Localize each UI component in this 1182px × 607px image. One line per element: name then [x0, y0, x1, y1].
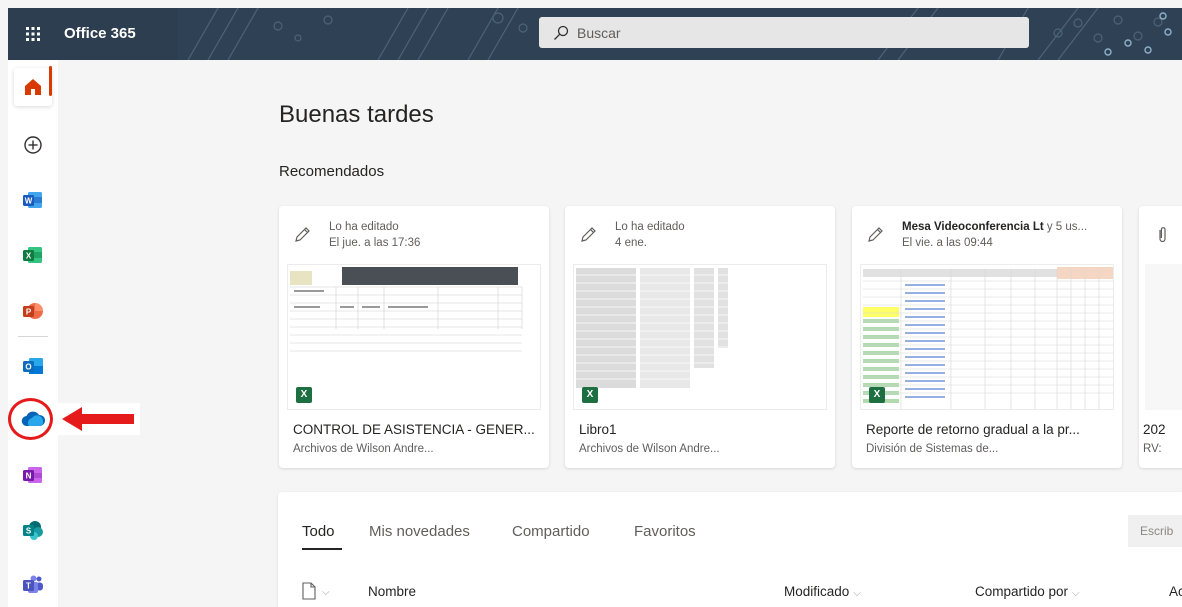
svg-text:X: X — [26, 252, 32, 261]
tab-todo[interactable]: Todo — [302, 523, 335, 540]
column-compartido-por[interactable]: Compartido por ⌵ — [975, 584, 1080, 599]
recommended-card[interactable]: Lo ha editado El jue. a las 17:36 X CONT… — [279, 206, 549, 468]
app-title[interactable]: Office 365 — [64, 8, 136, 60]
card-thumbnail: X — [860, 264, 1114, 410]
left-rail: W X P O N S T — [8, 60, 58, 607]
svg-text:O: O — [25, 363, 31, 372]
powerpoint-icon[interactable]: P — [14, 292, 52, 330]
search-box[interactable]: Buscar — [539, 17, 1029, 48]
pencil-icon — [581, 227, 596, 242]
column-nombre[interactable]: Nombre — [368, 584, 416, 599]
card-date: El vie. a las 09:44 — [902, 237, 993, 249]
tab-compartido[interactable]: Compartido — [512, 523, 590, 540]
active-indicator — [49, 66, 52, 96]
annotation-circle — [8, 398, 53, 440]
app-launcher-icon[interactable] — [8, 8, 58, 60]
chevron-down-icon: ⌵ — [853, 588, 861, 599]
file-type-icon — [302, 582, 316, 600]
greeting-heading: Buenas tardes — [279, 101, 434, 128]
excel-icon[interactable]: X — [14, 236, 52, 274]
tab-mis-novedades[interactable]: Mis novedades — [369, 523, 470, 540]
pencil-icon — [295, 227, 310, 242]
outlook-icon[interactable]: O — [14, 347, 52, 385]
annotation-arrow-icon — [58, 403, 140, 435]
card-activity: Mesa Videoconferencia Lt y 5 us... — [902, 221, 1088, 233]
card-title: Libro1 — [579, 422, 617, 437]
card-thumbnail: X — [573, 264, 827, 410]
recommended-card[interactable]: Mesa Videoconferencia Lt y 5 us... El vi… — [852, 206, 1122, 468]
search-icon — [554, 25, 569, 40]
card-date: El jue. a las 17:36 — [329, 237, 421, 249]
recommended-card[interactable]: 202 RV: — [1139, 206, 1182, 468]
word-icon[interactable]: W — [14, 181, 52, 219]
recommended-card[interactable]: Lo ha editado 4 ene. X Libro1 Archivos d… — [565, 206, 835, 468]
card-activity: Lo ha editado — [329, 221, 399, 233]
home-icon[interactable] — [14, 68, 52, 106]
sharepoint-icon[interactable]: S — [14, 511, 52, 549]
svg-text:S: S — [26, 527, 32, 536]
create-icon[interactable] — [14, 126, 52, 164]
card-activity: Lo ha editado — [615, 221, 685, 233]
card-thumbnail: X — [287, 264, 541, 410]
search-placeholder: Buscar — [577, 24, 621, 41]
column-modificado[interactable]: Modificado ⌵ — [784, 584, 861, 599]
card-title: Reporte de retorno gradual a la pr... — [866, 422, 1080, 437]
active-tab-underline — [302, 548, 342, 550]
card-location: Archivos de Wilson Andre... — [293, 443, 434, 455]
recommended-heading: Recomendados — [279, 163, 385, 180]
chevron-down-icon[interactable]: ⌵ — [322, 587, 330, 598]
excel-icon: X — [869, 387, 885, 403]
svg-text:N: N — [26, 472, 32, 481]
pencil-icon — [868, 227, 883, 242]
svg-text:W: W — [25, 197, 33, 206]
card-location: División de Sistemas de... — [866, 443, 999, 455]
chevron-down-icon: ⌵ — [1072, 588, 1080, 599]
svg-text:P: P — [26, 308, 32, 317]
tab-favoritos[interactable]: Favoritos — [634, 523, 696, 540]
card-location: RV: — [1143, 443, 1162, 455]
teams-icon[interactable]: T — [14, 566, 52, 604]
filter-input[interactable]: Escrib — [1128, 515, 1182, 547]
files-panel: Todo Mis novedades Compartido Favoritos … — [278, 492, 1182, 607]
card-title: 202 — [1143, 422, 1166, 437]
card-thumbnail — [1145, 264, 1182, 410]
card-location: Archivos de Wilson Andre... — [579, 443, 720, 455]
rail-divider — [18, 336, 48, 337]
column-actividad[interactable]: Ac — [1169, 584, 1182, 599]
card-date: 4 ene. — [615, 237, 647, 249]
excel-icon: X — [582, 387, 598, 403]
svg-text:T: T — [26, 582, 31, 591]
onenote-icon[interactable]: N — [14, 456, 52, 494]
card-title: CONTROL DE ASISTENCIA - GENER... — [293, 422, 535, 437]
attachment-icon — [1159, 227, 1166, 243]
excel-icon: X — [296, 387, 312, 403]
